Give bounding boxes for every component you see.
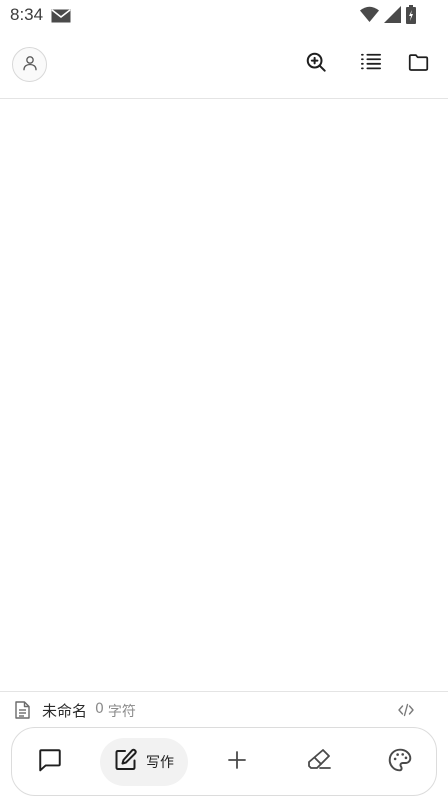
character-count-value: 0 [95, 701, 104, 717]
app-screen: 8:34 未命名 0 字符 写作 [0, 0, 448, 796]
signal-icon [384, 6, 401, 27]
user-icon [21, 54, 39, 76]
nav-write-button[interactable]: 写作 [100, 738, 188, 786]
status-icons [360, 5, 416, 28]
folder-button[interactable] [404, 50, 432, 78]
avatar[interactable] [12, 47, 47, 82]
battery-charging-icon [406, 5, 416, 28]
folder-icon [408, 53, 429, 76]
code-icon [398, 702, 414, 721]
palette-icon [387, 747, 413, 777]
editor-area[interactable] [0, 99, 448, 691]
outline-list-icon [360, 52, 382, 76]
nav-add-button[interactable] [219, 738, 255, 786]
plus-icon [226, 749, 248, 775]
status-bar: 8:34 [0, 0, 448, 32]
status-time: 8:34 [10, 5, 44, 24]
nav-highlight-button[interactable] [300, 738, 338, 786]
character-count-unit: 字符 [107, 704, 136, 720]
document-info-bar: 未命名 0 字符 [0, 691, 448, 728]
character-count: 0 字符 [95, 701, 136, 721]
wifi-icon [360, 6, 379, 27]
search-zoom-icon [305, 51, 327, 77]
highlighter-icon [306, 748, 332, 776]
edit-icon [114, 748, 138, 776]
chat-icon [37, 747, 63, 777]
nav-chat-button[interactable] [32, 738, 68, 786]
document-name[interactable]: 未命名 [42, 700, 87, 721]
bottom-navigation: 写作 [11, 727, 437, 796]
nav-theme-button[interactable] [381, 738, 419, 786]
document-icon [15, 701, 30, 723]
outline-button[interactable] [357, 50, 385, 78]
nav-write-label: 写作 [146, 755, 174, 771]
app-header [0, 32, 448, 99]
search-button[interactable] [302, 50, 330, 78]
code-view-toggle[interactable] [398, 702, 414, 721]
mail-icon [51, 8, 71, 27]
